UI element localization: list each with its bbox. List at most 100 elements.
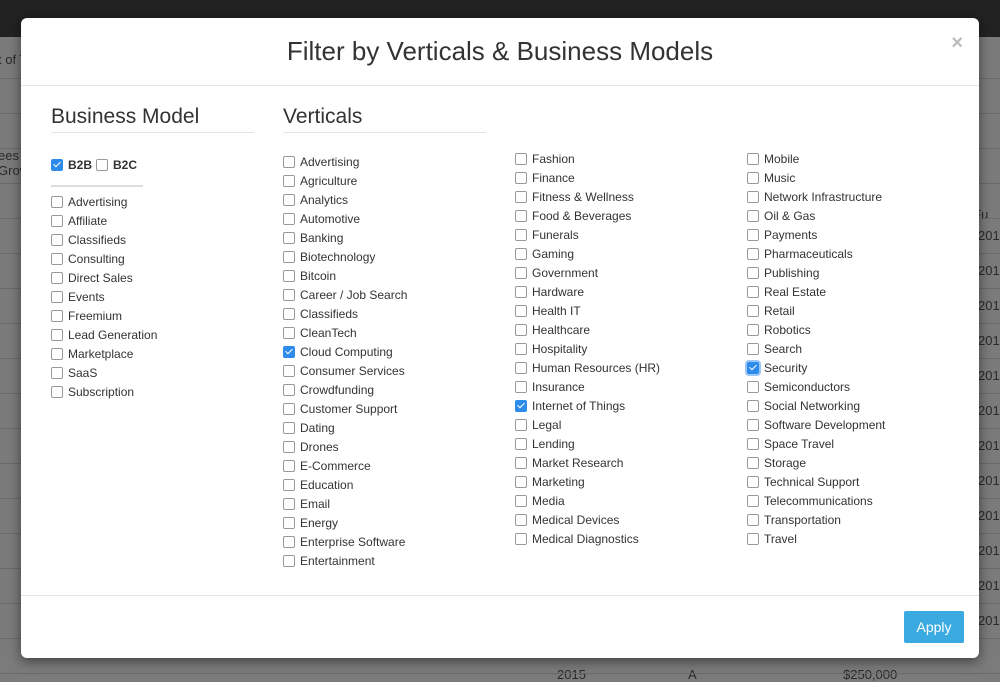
checkbox-item-banking[interactable]: Banking [283,228,407,247]
checkbox-item-travel[interactable]: Travel [747,529,885,548]
checkbox[interactable] [747,342,759,355]
checkbox[interactable] [283,364,295,377]
checkbox-item-marketplace[interactable]: Marketplace [51,344,157,363]
checkbox[interactable] [51,290,63,303]
checkbox-item-oil-gas[interactable]: Oil & Gas [747,206,885,225]
checkbox[interactable] [515,209,527,222]
checkbox-item-mobile[interactable]: Mobile [747,149,885,168]
checkbox[interactable] [747,247,759,260]
checkbox[interactable] [283,231,295,244]
checkbox[interactable] [747,475,759,488]
checkbox[interactable] [283,193,295,206]
checkbox-item-saas[interactable]: SaaS [51,363,157,382]
checkbox[interactable] [51,347,63,360]
checkbox-item-medical-devices[interactable]: Medical Devices [515,510,660,529]
checkbox[interactable] [515,342,527,355]
checkbox-item-classifieds[interactable]: Classifieds [283,304,407,323]
checkbox-item-dating[interactable]: Dating [283,418,407,437]
checkbox-item-drones[interactable]: Drones [283,437,407,456]
checkbox[interactable] [747,513,759,526]
checkbox[interactable] [515,304,527,317]
checkbox-item-transportation[interactable]: Transportation [747,510,885,529]
checkbox[interactable] [747,437,759,450]
checkbox[interactable] [51,233,63,246]
checkbox-item-fitness-wellness[interactable]: Fitness & Wellness [515,187,660,206]
checkbox-item-marketing[interactable]: Marketing [515,472,660,491]
checkbox[interactable] [283,383,295,396]
checkbox[interactable] [515,513,527,526]
checkbox-item-government[interactable]: Government [515,263,660,282]
checkbox-item-medical-diagnostics[interactable]: Medical Diagnostics [515,529,660,548]
checkbox-item-customer-support[interactable]: Customer Support [283,399,407,418]
checkbox-item-healthcare[interactable]: Healthcare [515,320,660,339]
checkbox-item-lead-generation[interactable]: Lead Generation [51,325,157,344]
checkbox[interactable] [96,158,109,171]
checkbox-item-energy[interactable]: Energy [283,513,407,532]
checkbox[interactable] [51,214,63,227]
checkbox-item-events[interactable]: Events [51,287,157,306]
checkbox-item-media[interactable]: Media [515,491,660,510]
checkbox[interactable] [515,266,527,279]
checkbox[interactable] [515,494,527,507]
checkbox-item-advertising[interactable]: Advertising [51,192,157,211]
checkbox[interactable] [283,459,295,472]
checkbox[interactable] [283,250,295,263]
checkbox-item-software-development[interactable]: Software Development [747,415,885,434]
checkbox[interactable] [747,418,759,431]
checkbox-item-b2c[interactable]: B2C [96,155,137,174]
checkbox-item-retail[interactable]: Retail [747,301,885,320]
checkbox-item-security[interactable]: Security [747,358,885,377]
checkbox-item-entertainment[interactable]: Entertainment [283,551,407,570]
checkbox-item-consulting[interactable]: Consulting [51,249,157,268]
checkbox-item-career-job-search[interactable]: Career / Job Search [283,285,407,304]
checkbox-item-email[interactable]: Email [283,494,407,513]
checkbox[interactable] [747,456,759,469]
checkbox-item-pharmaceuticals[interactable]: Pharmaceuticals [747,244,885,263]
checkbox[interactable] [283,402,295,415]
checkbox-item-cloud-computing[interactable]: Cloud Computing [283,342,407,361]
checkbox-item-market-research[interactable]: Market Research [515,453,660,472]
checkbox[interactable] [51,309,63,322]
checkbox[interactable] [283,440,295,453]
checkbox[interactable] [283,269,295,282]
checkbox[interactable] [515,456,527,469]
checkbox[interactable] [283,155,295,168]
checkbox[interactable] [515,171,527,184]
checkbox[interactable] [747,304,759,317]
checkbox-item-hardware[interactable]: Hardware [515,282,660,301]
checkbox-item-cleantech[interactable]: CleanTech [283,323,407,342]
checkbox-item-technical-support[interactable]: Technical Support [747,472,885,491]
checkbox-item-automotive[interactable]: Automotive [283,209,407,228]
checkbox[interactable] [51,385,63,398]
checkbox-item-space-travel[interactable]: Space Travel [747,434,885,453]
checkbox[interactable] [515,475,527,488]
checkbox[interactable] [51,366,63,379]
checkbox-item-affiliate[interactable]: Affiliate [51,211,157,230]
checkbox-item-storage[interactable]: Storage [747,453,885,472]
checkbox-item-e-commerce[interactable]: E-Commerce [283,456,407,475]
checkbox[interactable] [747,209,759,222]
checkbox[interactable] [283,174,295,187]
checkbox-item-human-resources-hr[interactable]: Human Resources (HR) [515,358,660,377]
checkbox-item-enterprise-software[interactable]: Enterprise Software [283,532,407,551]
checkbox[interactable] [51,195,63,208]
checkbox-item-social-networking[interactable]: Social Networking [747,396,885,415]
checkbox-item-bitcoin[interactable]: Bitcoin [283,266,407,285]
checkbox[interactable] [747,190,759,203]
checkbox-item-real-estate[interactable]: Real Estate [747,282,885,301]
checkbox-item-semiconductors[interactable]: Semiconductors [747,377,885,396]
checkbox[interactable] [283,345,295,358]
checkbox[interactable] [51,158,63,171]
checkbox-item-telecommunications[interactable]: Telecommunications [747,491,885,510]
apply-button[interactable]: Apply [904,611,964,643]
checkbox[interactable] [515,190,527,203]
checkbox[interactable] [747,266,759,279]
checkbox-item-search[interactable]: Search [747,339,885,358]
checkbox[interactable] [747,285,759,298]
checkbox[interactable] [51,328,63,341]
checkbox-item-direct-sales[interactable]: Direct Sales [51,268,157,287]
checkbox-item-biotechnology[interactable]: Biotechnology [283,247,407,266]
checkbox-item-robotics[interactable]: Robotics [747,320,885,339]
checkbox[interactable] [515,380,527,393]
checkbox-item-network-infrastructure[interactable]: Network Infrastructure [747,187,885,206]
